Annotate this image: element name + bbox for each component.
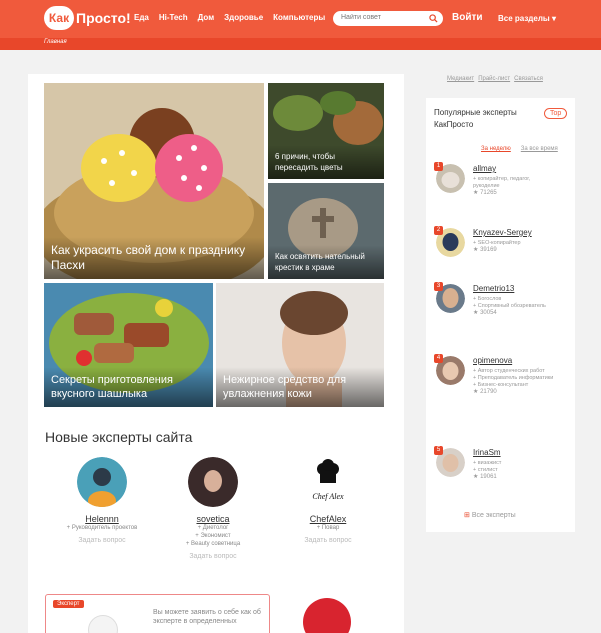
ask-question-link[interactable]: Задать вопрос [273,537,383,544]
all-experts-link[interactable]: ⊞ Все эксперты [464,511,516,519]
star-icon: ★ [473,389,479,395]
expert-role: + Повар [316,525,340,531]
expert-score: ★ 71265 [473,190,497,196]
new-expert-card: sovetica + Диетолог + Экономист + Beauty… [158,457,268,560]
become-expert-box[interactable]: Эксперт Вы можете заявить о себе как об … [45,594,270,633]
rank-number: 5 [434,446,443,455]
star-icon: ★ [473,190,479,196]
expert-name[interactable]: sovetica [158,514,268,524]
expert-info: + копирайтер, педагог, рукоделие ★ 71265 [473,176,555,197]
star-icon: ★ [473,474,479,480]
expert-info: + Богослов + Спортивный обозреватель ★ 3… [473,296,555,317]
expert-score: ★ 30054 [473,310,497,316]
search-input[interactable] [341,14,426,21]
expert-name[interactable]: opimenova [473,356,512,365]
ask-question-link[interactable]: Задать вопрос [158,553,268,560]
avatar-image [77,457,127,507]
expert-score: ★ 39169 [473,247,497,253]
pricelist-link[interactable]: Прайс-лист [478,76,510,82]
expert-info: + визажист + стилист ★ 19061 [473,460,555,481]
chef-hat-icon: Chef Alex [312,459,344,501]
tile-caption: 6 причин, чтобы пересадить цветы [268,145,384,179]
rank-number: 4 [434,354,443,363]
login-link[interactable]: Войти [452,12,483,23]
expert-score: ★ 21790 [473,389,497,395]
contact-link[interactable]: Связаться [514,76,543,82]
tile-caption: Секреты приготовления вкусного шашлыка [44,367,213,407]
tile-caption: Как украсить свой дом к празднику Пасхи [44,237,264,279]
expert-name[interactable]: allmay [473,164,496,173]
search-icon[interactable] [429,14,438,23]
period-tabs: За неделю За все время [481,146,558,152]
nav-item-computers[interactable]: Компьютеры [273,13,325,22]
site-logo[interactable]: Как Просто! [44,6,131,30]
expert-role: + Экономист [195,533,231,539]
footer-links: Медиакит Прайс-лист Связаться [447,76,543,82]
expert-name[interactable]: Demetrio13 [473,284,514,293]
panel-title: Популярные эксперты КакПросто [434,108,517,129]
article-tile-easter[interactable]: Как украсить свой дом к празднику Пасхи [44,83,264,279]
logo-bubble: Как [44,6,74,30]
grid-icon: ⊞ [464,512,470,519]
expert-role: + Руководитель проектов [66,525,138,531]
tab-week[interactable]: За неделю [481,146,511,152]
breadcrumb-bar: Главная [0,38,601,50]
avatar[interactable] [188,457,238,507]
article-tile-shashlik[interactable]: Секреты приготовления вкусного шашлыка [44,283,213,407]
rank-number: 3 [434,282,443,291]
all-sections-dropdown[interactable]: Все разделы ▾ [498,14,556,23]
tab-all-time[interactable]: За все время [521,146,558,152]
main-nav: Еда Hi-Tech Дом Здоровье Компьютеры [134,13,335,22]
ask-question-link[interactable]: Задать вопрос [47,537,157,544]
new-expert-card: Helennn + Руководитель проектов Задать в… [47,457,157,544]
popular-experts-panel: Популярные эксперты КакПросто Top За нед… [426,98,575,532]
become-expert-text: Вы можете заявить о себе как об эксперте… [153,609,261,625]
expert-badge: Эксперт [53,600,84,608]
new-expert-card: Chef Alex ChefAlex + Повар Задать вопрос [273,457,383,544]
mediakit-link[interactable]: Медиакит [447,76,474,82]
expert-name[interactable]: Helennn [47,514,157,524]
avatar-image [188,457,238,507]
nav-item-health[interactable]: Здоровье [224,13,263,22]
article-tile-plants[interactable]: 6 причин, чтобы пересадить цветы [268,83,384,179]
expert-info: + SEO-копирайтер ★ 39169 [473,240,555,254]
logo-text: Просто! [76,10,131,26]
expert-name[interactable]: IrinaSm [473,448,501,457]
breadcrumb[interactable]: Главная [44,39,67,45]
nav-item-hitech[interactable]: Hi-Tech [159,13,188,22]
rank-number: 2 [434,226,443,235]
avatar[interactable]: Chef Alex [303,457,353,507]
article-tile-skincare[interactable]: Нежирное средство для увлажнения кожи [216,283,384,407]
expert-role: + Диетолог [197,525,229,531]
tile-caption: Как освятить нательный крестик в храме [268,245,384,279]
nav-item-home[interactable]: Дом [198,13,215,22]
expert-name[interactable]: Knyazev-Sergey [473,228,532,237]
expert-score: ★ 19061 [473,474,497,480]
expert-name[interactable]: ChefAlex [273,514,383,524]
svg-text:Chef Alex: Chef Alex [312,492,344,501]
avatar[interactable] [77,457,127,507]
search-box [333,11,443,26]
tile-caption: Нежирное средство для увлажнения кожи [216,367,384,407]
top-badge: Top [544,108,568,119]
top-navigation-bar: Как Просто! Еда Hi-Tech Дом Здоровье Ком… [0,0,601,38]
star-icon: ★ [473,247,479,253]
placeholder-avatar [88,615,118,633]
nav-item-food[interactable]: Еда [134,13,149,22]
star-icon: ★ [473,310,479,316]
expert-role: + Beauty советница [185,541,241,547]
new-experts-title: Новые эксперты сайта [45,429,193,445]
expert-info: + Автор студенческих работ + Преподавате… [473,368,554,395]
article-tile-cross[interactable]: Как освятить нательный крестик в храме [268,183,384,279]
rank-number: 1 [434,162,443,171]
